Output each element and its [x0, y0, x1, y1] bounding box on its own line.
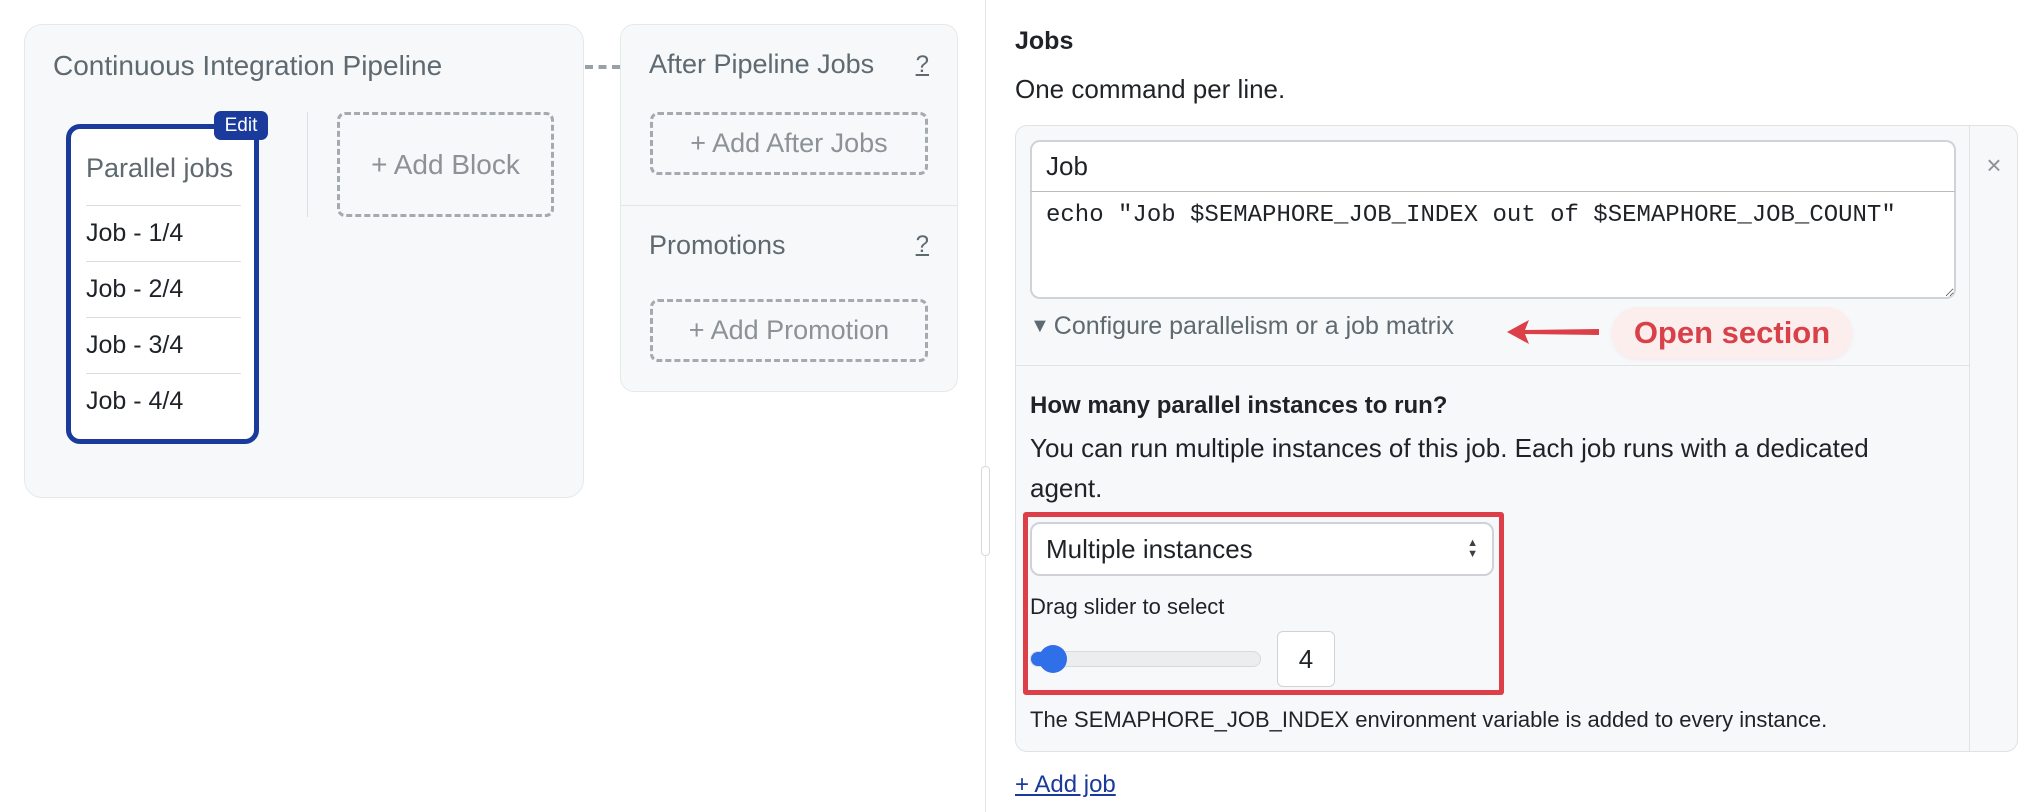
- block-column-divider: [307, 112, 308, 217]
- edit-badge[interactable]: Edit: [214, 111, 268, 140]
- parallelism-mode-value: Multiple instances: [1046, 533, 1253, 564]
- pane-resize-handle[interactable]: [981, 466, 990, 556]
- promotions-title: Promotions: [649, 230, 786, 260]
- job-commands-textarea[interactable]: echo "Job $SEMAPHORE_JOB_INDEX out of $S…: [1030, 191, 1956, 299]
- jobs-heading: Jobs: [1015, 27, 1074, 55]
- section-separator: [1016, 365, 1970, 366]
- parallelism-mode-select[interactable]: Multiple instances ▲ ▼: [1030, 522, 1494, 576]
- env-variable-note: The SEMAPHORE_JOB_INDEX environment vari…: [1030, 707, 1828, 732]
- after-pipeline-help-link[interactable]: ?: [916, 51, 929, 79]
- add-job-link[interactable]: + Add job: [1015, 771, 1116, 799]
- parallelism-description: You can run multiple instances of this j…: [1030, 433, 1869, 503]
- close-icon[interactable]: ×: [1970, 150, 2018, 180]
- block-job-item: Job - 2/4: [86, 261, 241, 317]
- instances-slider[interactable]: [1030, 645, 1261, 673]
- block-job-item: Job - 4/4: [86, 373, 241, 429]
- parallelism-heading: How many parallel instances to run?: [1030, 392, 1448, 419]
- add-promotion-button[interactable]: + Add Promotion: [650, 299, 928, 362]
- triangle-down-icon: ▼: [1030, 315, 1050, 337]
- instances-count: 4: [1277, 631, 1335, 687]
- after-pipeline-title: After Pipeline Jobs: [649, 49, 875, 79]
- add-block-button[interactable]: + Add Block: [337, 112, 554, 217]
- promotions-help-link[interactable]: ?: [916, 231, 929, 259]
- job-name-input[interactable]: [1030, 140, 1956, 192]
- slider-label: Drag slider to select: [1030, 594, 1225, 619]
- block-job-item: Job - 3/4: [86, 317, 241, 373]
- jobs-subheading: One command per line.: [1015, 74, 1286, 104]
- panel-separator: [621, 205, 957, 206]
- block-card-parallel-jobs[interactable]: Parallel jobs Job - 1/4 Job - 2/4 Job - …: [66, 124, 259, 444]
- configure-parallelism-label: Configure parallelism or a job matrix: [1053, 312, 1454, 340]
- after-pipeline-panel: After Pipeline Jobs ? + Add After Jobs P…: [620, 24, 958, 392]
- close-column: ×: [1969, 126, 2017, 751]
- add-after-jobs-button[interactable]: + Add After Jobs: [650, 112, 928, 175]
- block-job-item: Job - 1/4: [86, 205, 241, 261]
- select-updown-icon: ▲ ▼: [1467, 537, 1478, 560]
- pipeline-title: Continuous Integration Pipeline: [53, 50, 443, 81]
- block-job-list: Job - 1/4 Job - 2/4 Job - 3/4 Job - 4/4: [86, 205, 241, 429]
- block-title: Parallel jobs: [86, 153, 234, 183]
- pipeline-connector: [585, 65, 620, 69]
- annotation-arrow-icon: [1507, 320, 1599, 344]
- configure-parallelism-toggle[interactable]: ▼ Configure parallelism or a job matrix: [1030, 312, 1454, 341]
- annotation-open-section: Open section: [1612, 307, 1852, 358]
- pane-divider: [985, 0, 986, 812]
